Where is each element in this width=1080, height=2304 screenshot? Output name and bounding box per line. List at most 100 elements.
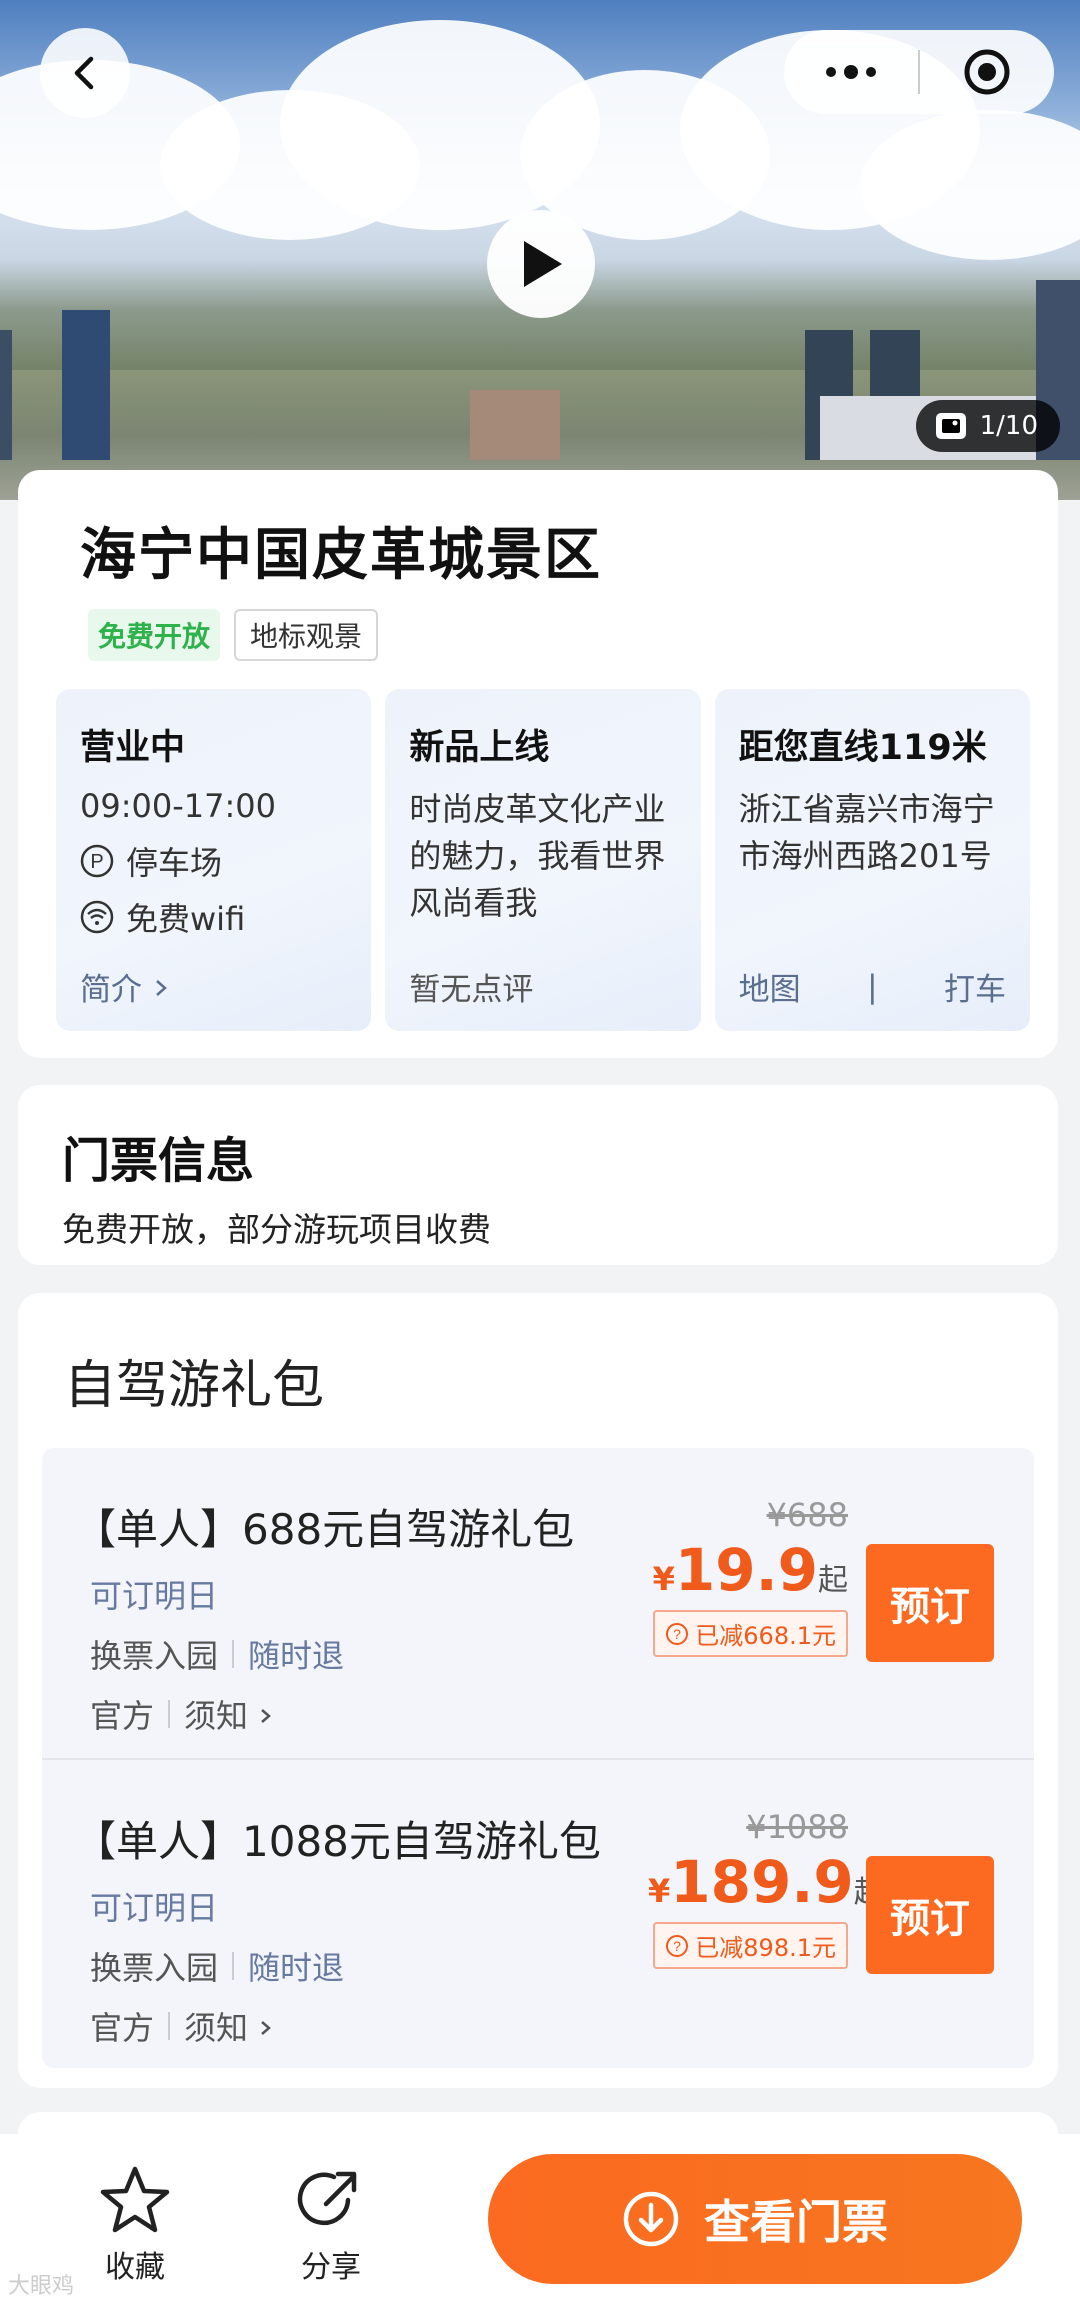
photo-counter[interactable]: 1/10 — [915, 400, 1060, 452]
landmark-tag: 地标观景 — [234, 609, 379, 661]
more-button[interactable] — [784, 30, 918, 114]
svg-text:?: ? — [673, 1626, 681, 1642]
discount-badge: ? 已减668.1元 — [653, 1610, 848, 1657]
action-divider: | — [867, 968, 878, 1005]
package-feature: 换票入园 — [90, 1637, 219, 1675]
distance-title: 距您直线119米 — [738, 728, 987, 768]
price-value: 189.9 — [670, 1848, 854, 1916]
target-icon — [964, 49, 1010, 95]
hero-image[interactable]: 1/10 — [0, 0, 1080, 500]
book-button[interactable]: 预订 — [866, 1544, 994, 1662]
discount-badge: ? 已减898.1元 — [653, 1922, 848, 1969]
discount-text: 已减668.1元 — [695, 1622, 836, 1650]
svg-text:P: P — [90, 851, 103, 873]
view-tickets-button[interactable]: 查看门票 — [488, 2154, 1022, 2284]
more-dots-icon — [826, 65, 876, 79]
image-icon — [935, 413, 966, 439]
package-notice-row: 官方 须知 — [90, 2003, 1010, 2049]
currency-symbol: ¥ — [648, 1872, 671, 1910]
open-status: 营业中 — [80, 728, 186, 768]
free-tag: 免费开放 — [88, 609, 221, 661]
book-button[interactable]: 预订 — [866, 1856, 994, 1974]
chevron-left-icon — [74, 56, 94, 90]
close-mini-program-button[interactable] — [920, 30, 1054, 114]
price-block: ¥1088 ¥189.9起 ? 已减898.1元 — [648, 1808, 884, 1969]
reviews-row: 暂无点评 — [409, 964, 676, 1009]
divider — [168, 1700, 171, 1728]
package-item[interactable]: 【单人】688元自驾游礼包 可订明日 换票入园 随时退 官方 须知 ¥688 ¥… — [42, 1448, 1034, 1758]
package-feature: 随时退 — [248, 1637, 345, 1675]
address-text: 浙江省嘉兴市海宁市海州西路201号 — [738, 790, 995, 875]
wifi-row: 免费wifi — [80, 894, 347, 940]
ticket-info-subtitle: 免费开放，部分游玩项目收费 — [62, 1210, 491, 1249]
notice-link[interactable]: 须知 — [184, 2003, 274, 2049]
favorite-label: 收藏 — [105, 2250, 165, 2285]
currency-symbol: ¥ — [652, 1560, 675, 1598]
share-label: 分享 — [301, 2250, 361, 2285]
intro-row: 简介 — [80, 964, 347, 1009]
attraction-info-card: 海宁中国皮革城景区 免费开放 地标观景 营业中 09:00-17:00 P 停车… — [18, 470, 1058, 1058]
ticket-info-title: 门票信息 — [62, 1133, 255, 1189]
current-price: ¥189.9起 — [648, 1848, 884, 1916]
play-icon — [524, 241, 562, 287]
download-circle-icon — [623, 2191, 679, 2247]
location-panel[interactable]: 距您直线119米 浙江省嘉兴市海宁市海州西路201号 地图 | 打车 — [714, 689, 1030, 1031]
price-suffix: 起 — [818, 1563, 848, 1598]
question-circle-icon: ? — [666, 1622, 689, 1645]
intro-link-label: 简介 — [80, 972, 142, 1008]
notice-label: 须知 — [184, 2009, 249, 2047]
svg-text:?: ? — [673, 1938, 681, 1954]
intro-link[interactable]: 简介 — [80, 964, 170, 1009]
share-button[interactable]: 分享 — [296, 2164, 366, 2286]
discount-text: 已减898.1元 — [695, 1934, 836, 1962]
opening-hours: 09:00-17:00 — [80, 787, 276, 825]
divider — [232, 1952, 235, 1980]
package-feature: 随时退 — [248, 1949, 345, 1987]
chevron-right-icon — [261, 1709, 272, 1723]
package-card: 自驾游礼包 【单人】688元自驾游礼包 可订明日 换票入园 随时退 官方 须知 … — [18, 1293, 1058, 2088]
original-price: ¥688 — [766, 1496, 848, 1534]
package-list: 【单人】688元自驾游礼包 可订明日 换票入园 随时退 官方 须知 ¥688 ¥… — [42, 1448, 1034, 2068]
package-item[interactable]: 【单人】1088元自驾游礼包 可订明日 换票入园 随时退 官方 须知 ¥1088… — [42, 1758, 1034, 2068]
watermark: 大眼鸡 — [8, 2274, 75, 2299]
package-source: 官方 — [90, 1697, 155, 1735]
chevron-right-icon — [261, 2021, 272, 2035]
bottom-action-bar: 收藏 分享 查看门票 — [0, 2134, 1080, 2304]
current-price: ¥19.9起 — [648, 1536, 848, 1604]
wifi-icon — [80, 900, 114, 934]
parking-row: P 停车场 — [80, 838, 347, 884]
divider — [168, 2012, 171, 2040]
mini-program-capsule — [784, 30, 1054, 114]
feature-panels: 营业中 09:00-17:00 P 停车场 免费wifi 简介 新品上线 时尚皮… — [56, 689, 1030, 1031]
package-notice-row: 官方 须知 — [90, 1691, 1010, 1737]
news-panel[interactable]: 新品上线 时尚皮革文化产业的魅力，我看世界风尚看我 暂无点评 — [385, 689, 701, 1031]
question-circle-icon: ? — [666, 1934, 689, 1957]
view-tickets-label: 查看门票 — [704, 2195, 888, 2249]
news-title: 新品上线 — [409, 728, 550, 768]
package-source: 官方 — [90, 2009, 155, 2047]
chevron-right-icon — [156, 980, 167, 996]
location-actions: 地图 | 打车 — [739, 964, 1006, 1009]
share-icon — [297, 2171, 357, 2226]
parking-label: 停车场 — [126, 844, 223, 882]
favorite-button[interactable]: 收藏 — [98, 2164, 172, 2286]
news-desc: 时尚皮革文化产业的魅力，我看世界风尚看我 — [409, 790, 666, 922]
back-button[interactable] — [40, 28, 130, 118]
notice-label: 须知 — [184, 1697, 249, 1735]
parking-icon: P — [80, 844, 114, 878]
reviews-text: 暂无点评 — [409, 972, 534, 1008]
price-value: 19.9 — [674, 1536, 818, 1604]
hours-panel[interactable]: 营业中 09:00-17:00 P 停车场 免费wifi 简介 — [56, 689, 372, 1031]
taxi-link[interactable]: 打车 — [944, 964, 1006, 1009]
map-link[interactable]: 地图 — [739, 964, 801, 1009]
package-feature: 换票入园 — [90, 1949, 219, 1987]
notice-link[interactable]: 须知 — [184, 1691, 274, 1737]
wifi-label: 免费wifi — [126, 900, 246, 938]
price-block: ¥688 ¥19.9起 ? 已减668.1元 — [648, 1496, 848, 1657]
divider — [232, 1640, 235, 1668]
star-icon — [100, 2166, 170, 2233]
play-video-button[interactable] — [487, 210, 595, 318]
original-price: ¥1088 — [746, 1808, 848, 1846]
photo-count-text: 1/10 — [979, 411, 1038, 441]
ticket-info-card[interactable]: 门票信息 免费开放，部分游玩项目收费 — [18, 1085, 1058, 1265]
